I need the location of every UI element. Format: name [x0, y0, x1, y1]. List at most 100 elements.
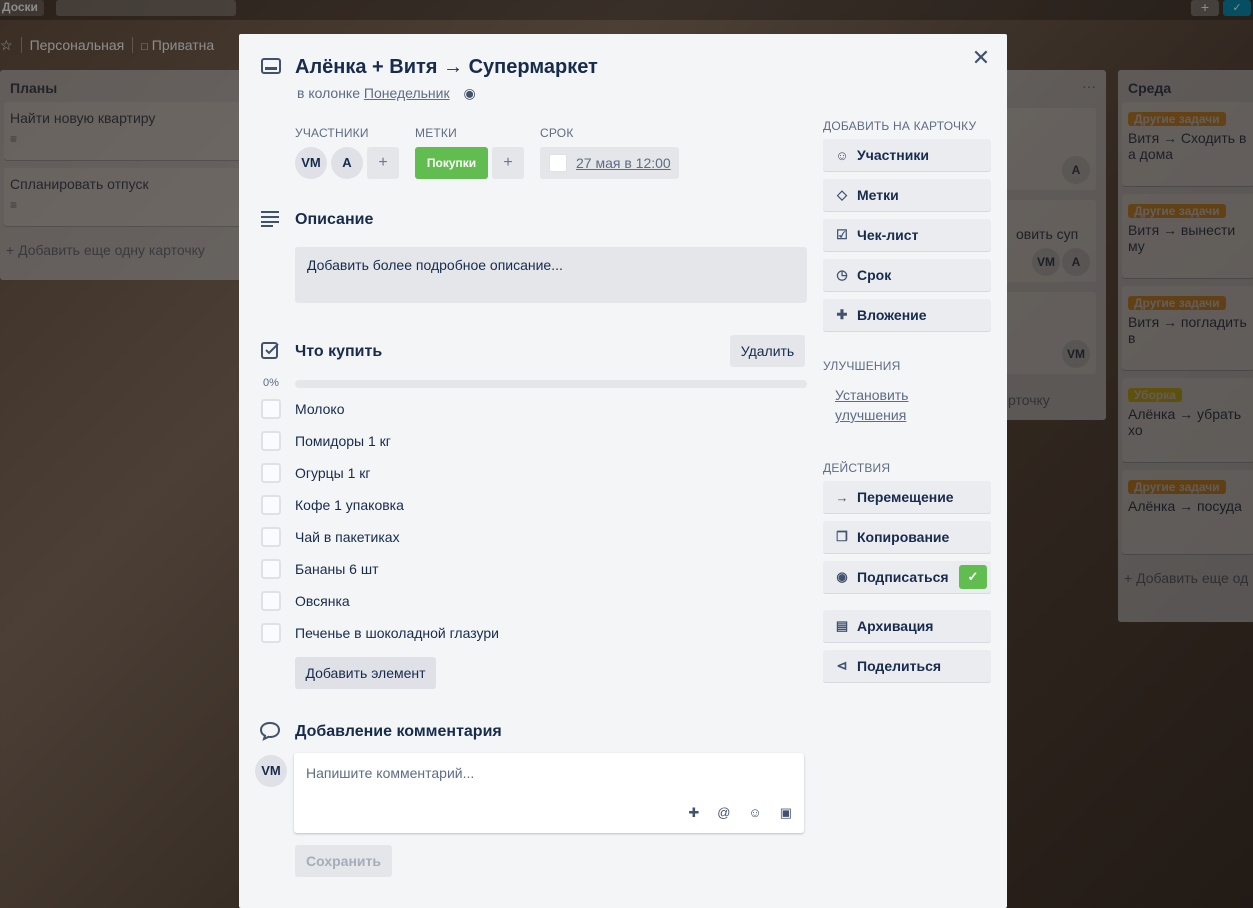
item-checkbox[interactable] [261, 527, 281, 547]
card-icon [261, 58, 281, 74]
due-heading: СРОК [540, 126, 574, 140]
button-label: Срок [857, 267, 892, 283]
comment-tools: ✚ @ ☺ ▣ [688, 805, 792, 821]
comment-title: Добавление комментария [295, 723, 502, 740]
item-text[interactable]: Бананы 6 шт [295, 561, 379, 577]
add-label-button[interactable]: + [492, 147, 524, 179]
install-powerups-link[interactable]: Установить улучшения [835, 385, 908, 425]
description-title: Описание [295, 211, 374, 228]
actions-heading: ДЕЙСТВИЯ [823, 461, 891, 475]
item-text[interactable]: Огурцы 1 кг [295, 465, 371, 481]
avatar[interactable]: VM [255, 755, 287, 787]
copy-icon: ❐ [836, 529, 848, 544]
checklist-item[interactable]: Молоко [261, 398, 344, 420]
arrow-right-icon: → [835, 489, 849, 505]
archive-icon: ▤ [835, 618, 849, 633]
powerups-link-line-1: Установить [835, 387, 909, 403]
checklist-icon [261, 342, 279, 359]
user-icon: ☺ [835, 147, 849, 163]
paperclip-icon: ✚ [836, 307, 848, 322]
button-label: Перемещение [857, 489, 954, 505]
checklist-button[interactable]: ☑ Чек-лист [823, 219, 991, 251]
checklist-title[interactable]: Что купить [295, 343, 382, 361]
checklist-item[interactable]: Овсянка [261, 590, 350, 612]
description-icon [261, 211, 279, 227]
button-label: Вложение [857, 307, 927, 323]
share-icon: ⊲ [836, 658, 848, 673]
item-text[interactable]: Кофе 1 упаковка [295, 497, 404, 513]
item-text[interactable]: Молоко [295, 401, 344, 417]
share-button[interactable]: ⊲ Поделиться [823, 650, 991, 682]
comment-placeholder: Напишите комментарий... [306, 765, 475, 781]
attachment-button[interactable]: ✚ Вложение [823, 299, 991, 331]
due-date-value: 27 мая в 12:00 [576, 155, 671, 171]
label-chip[interactable]: Покупки [415, 147, 488, 179]
item-checkbox[interactable] [261, 559, 281, 579]
item-text[interactable]: Овсянка [295, 593, 350, 609]
save-comment-button[interactable]: Сохранить [295, 845, 392, 877]
card-title[interactable]: Алёнка + Витя → Супермаркет [295, 56, 598, 79]
add-to-card-heading: ДОБАВИТЬ НА КАРТОЧКУ [823, 119, 977, 133]
checklist-progress-bar [295, 380, 807, 388]
due-date-sidebar-button[interactable]: ◷ Срок [823, 259, 991, 291]
button-label: Копирование [857, 529, 950, 545]
delete-checklist-button[interactable]: Удалить [730, 335, 805, 367]
checklist-item[interactable]: Чай в пакетиках [261, 526, 400, 548]
due-date-button[interactable]: 27 мая в 12:00 [540, 147, 679, 179]
close-icon[interactable]: ✕ [969, 46, 993, 70]
check-icon: ✓ [959, 565, 987, 589]
eye-icon[interactable]: ◉ [463, 85, 475, 102]
powerups-heading: УЛУЧШЕНИЯ [823, 359, 901, 373]
list-link[interactable]: Понедельник [364, 85, 450, 101]
subscribe-button[interactable]: ◉ Подписаться ✓ [823, 561, 991, 593]
due-complete-checkbox[interactable] [549, 154, 567, 172]
add-member-button[interactable]: + [367, 147, 399, 179]
item-checkbox[interactable] [261, 399, 281, 419]
checklist-item[interactable]: Огурцы 1 кг [261, 462, 371, 484]
button-label: Чек-лист [857, 227, 919, 243]
checklist-item[interactable]: Печенье в шоколадной глазури [261, 622, 499, 644]
comment-input[interactable]: Напишите комментарий... ✚ @ ☺ ▣ [294, 753, 804, 833]
powerups-link-line-2: улучшения [835, 407, 907, 423]
mention-icon[interactable]: @ [717, 805, 730, 821]
comment-icon [260, 721, 280, 741]
members-heading: УЧАСТНИКИ [295, 126, 369, 140]
button-label: Поделиться [857, 658, 942, 674]
item-checkbox[interactable] [261, 623, 281, 643]
in-list-prefix: в колонке [297, 85, 360, 101]
checklist-progress-percent: 0% [263, 377, 279, 389]
copy-button[interactable]: ❐ Копирование [823, 521, 991, 553]
checklist-icon: ☑ [836, 227, 848, 242]
item-text[interactable]: Чай в пакетиках [295, 529, 400, 545]
archive-button[interactable]: ▤ Архивация [823, 610, 991, 642]
card-link-icon[interactable]: ▣ [780, 805, 792, 821]
item-text[interactable]: Печенье в шоколадной глазури [295, 625, 499, 641]
tag-icon: ◇ [837, 187, 847, 202]
button-label: Подписаться [857, 569, 949, 585]
move-button[interactable]: → Перемещение [823, 481, 991, 513]
checklist-item[interactable]: Кофе 1 упаковка [261, 494, 404, 516]
emoji-icon[interactable]: ☺ [748, 805, 761, 821]
item-checkbox[interactable] [261, 495, 281, 515]
in-list-info: в колонке Понедельник ◉ [297, 85, 476, 102]
eye-icon: ◉ [836, 569, 848, 584]
avatar[interactable]: A [331, 147, 363, 179]
item-checkbox[interactable] [261, 463, 281, 483]
checklist-item[interactable]: Помидоры 1 кг [261, 430, 391, 452]
description-input[interactable]: Добавить более подробное описание... [295, 247, 807, 303]
item-checkbox[interactable] [261, 431, 281, 451]
button-label: Архивация [857, 618, 934, 634]
checklist-item[interactable]: Бананы 6 шт [261, 558, 379, 580]
card-detail-modal: ✕ Алёнка + Витя → Супермаркет в колонке … [239, 34, 1007, 908]
button-label: Участники [857, 147, 929, 163]
avatar[interactable]: VM [295, 147, 327, 179]
labels-button[interactable]: ◇ Метки [823, 179, 991, 211]
item-checkbox[interactable] [261, 591, 281, 611]
add-checklist-item-button[interactable]: Добавить элемент [295, 657, 436, 689]
attachment-icon[interactable]: ✚ [688, 805, 699, 821]
button-label: Метки [857, 187, 899, 203]
labels-heading: МЕТКИ [415, 126, 457, 140]
members-button[interactable]: ☺ Участники [823, 139, 991, 171]
item-text[interactable]: Помидоры 1 кг [295, 433, 391, 449]
clock-icon: ◷ [836, 267, 848, 282]
